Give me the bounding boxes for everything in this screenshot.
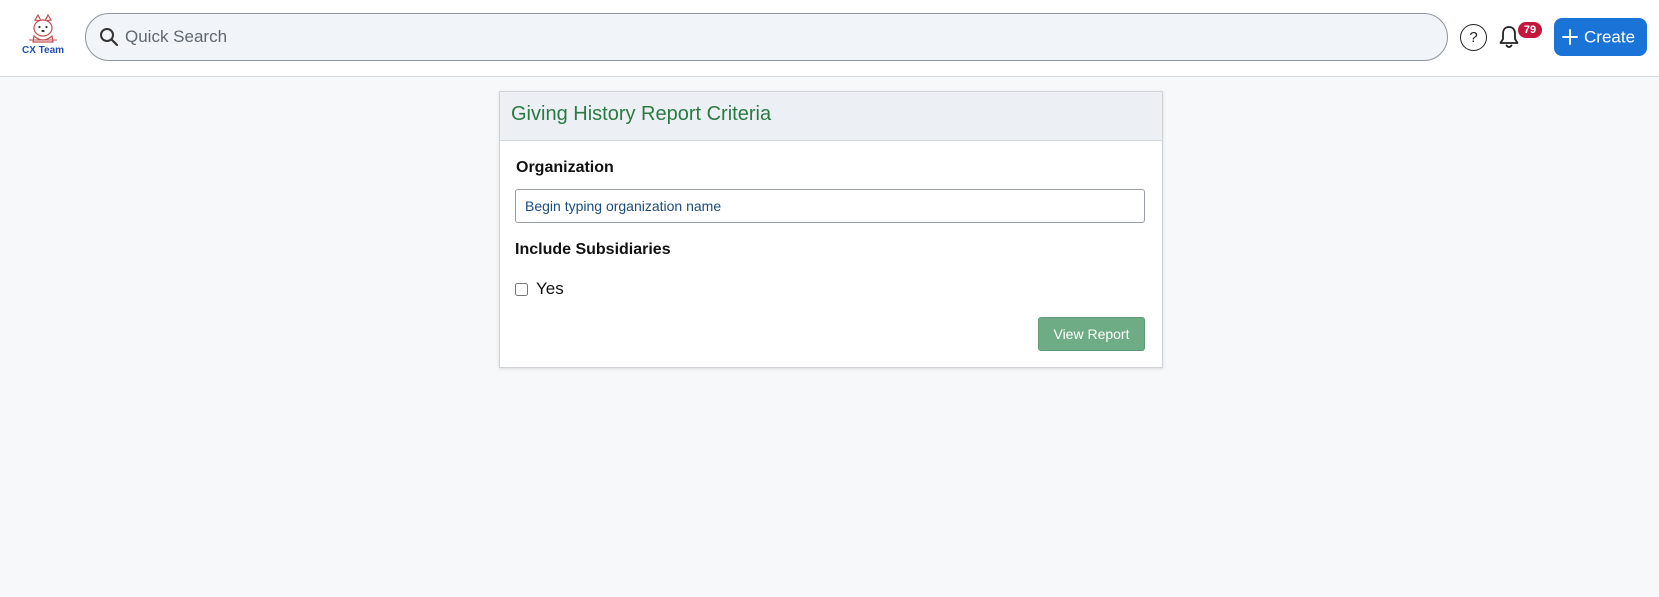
create-button[interactable]: Create xyxy=(1554,18,1647,56)
include-subsidiaries-checkbox[interactable] xyxy=(515,282,528,296)
organization-label: Organization xyxy=(516,159,614,176)
plus-icon xyxy=(1562,29,1578,46)
cx-team-logo[interactable]: CX Team xyxy=(18,14,68,60)
search-icon xyxy=(100,28,119,47)
dog-logo-icon xyxy=(29,14,57,43)
logo-text: CX Team xyxy=(21,45,65,56)
quick-search-input[interactable] xyxy=(125,14,1435,60)
notification-count-badge: 79 xyxy=(1518,22,1542,38)
top-bar: CX Team ? 79 Create xyxy=(0,0,1659,77)
create-button-label: Create xyxy=(1584,27,1636,47)
view-report-button[interactable]: View Report xyxy=(1038,317,1145,351)
include-subsidiaries-option[interactable]: Yes xyxy=(515,279,564,299)
organization-input[interactable] xyxy=(515,189,1145,223)
quick-search-bar[interactable] xyxy=(85,13,1448,61)
help-icon: ? xyxy=(1469,28,1478,46)
panel-header: Giving History Report Criteria xyxy=(500,92,1162,141)
include-subsidiaries-option-label[interactable]: Yes xyxy=(536,279,564,299)
bell-icon xyxy=(1499,26,1519,48)
panel-title: Giving History Report Criteria xyxy=(511,103,772,125)
help-button[interactable]: ? xyxy=(1460,24,1487,51)
